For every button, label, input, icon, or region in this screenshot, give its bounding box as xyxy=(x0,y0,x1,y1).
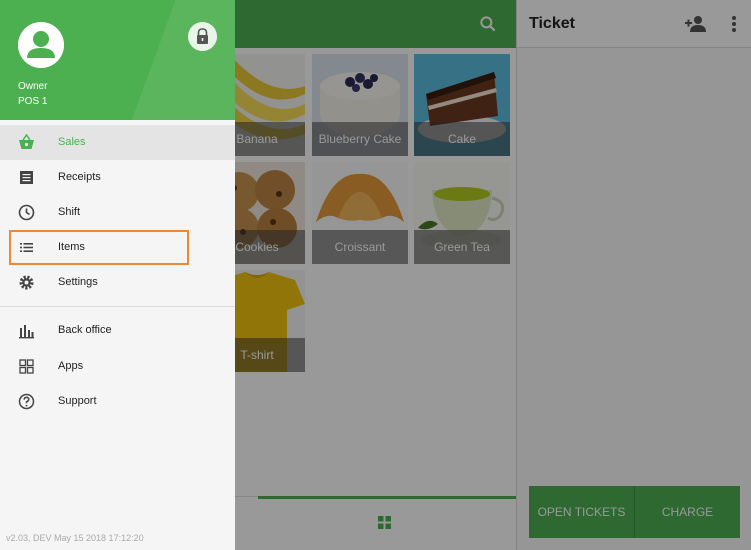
menu-item-receipts[interactable]: Receipts xyxy=(0,160,235,195)
menu-label: Settings xyxy=(58,276,98,288)
menu-label: Shift xyxy=(58,206,81,218)
menu-item-sales[interactable]: Sales xyxy=(0,125,235,160)
avatar[interactable] xyxy=(18,22,64,68)
gear-icon xyxy=(19,275,34,290)
menu-label: Back office xyxy=(58,324,112,336)
clock-icon xyxy=(18,204,35,221)
menu-item-support[interactable]: Support xyxy=(0,384,235,419)
lock-icon[interactable] xyxy=(188,22,217,51)
menu-label: Support xyxy=(58,395,97,407)
items-highlight-box xyxy=(9,230,189,265)
drawer-header: Owner POS 1 xyxy=(0,0,235,120)
menu-item-shift[interactable]: Shift xyxy=(0,195,235,230)
help-icon xyxy=(18,393,35,410)
basket-icon xyxy=(19,134,34,149)
header-shade xyxy=(117,0,235,120)
apps-icon xyxy=(19,359,34,374)
menu-divider xyxy=(0,306,235,307)
menu-label: Apps xyxy=(58,360,84,372)
bar-chart-icon xyxy=(19,325,34,339)
user-name: Owner xyxy=(18,81,48,92)
menu-label: Sales xyxy=(58,136,86,148)
menu-label: Receipts xyxy=(58,171,101,183)
menu-item-settings[interactable]: Settings xyxy=(0,265,235,300)
version-text: v2.03, DEV May 15 2018 17:12:20 xyxy=(6,533,144,543)
pos-name: POS 1 xyxy=(18,96,48,107)
receipt-icon xyxy=(20,171,33,184)
menu-item-back-office[interactable]: Back office xyxy=(0,313,235,348)
navigation-drawer: Owner POS 1 Sales Receipts Shift Items S… xyxy=(0,0,235,550)
menu-item-apps[interactable]: Apps xyxy=(0,349,235,384)
